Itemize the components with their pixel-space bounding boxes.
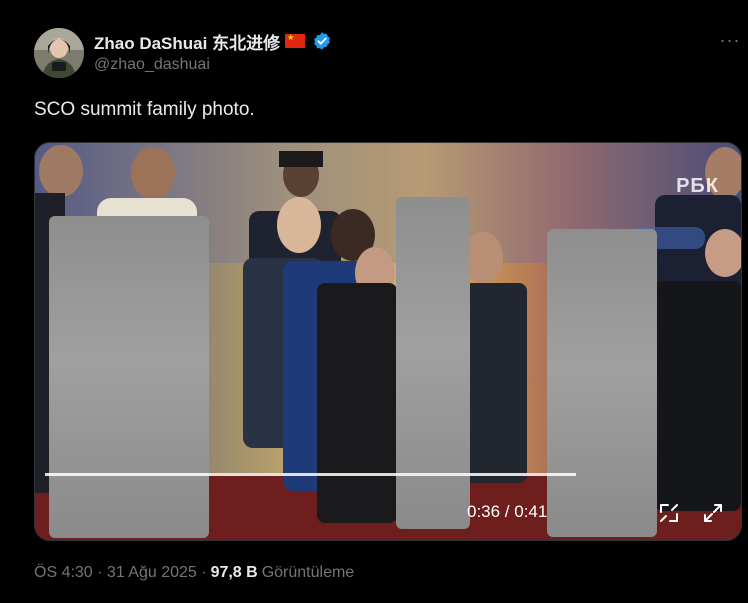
video-player[interactable]: РБК 0:36 / 0:41: [34, 142, 742, 541]
tweet-meta: ÖS 4:30 · 31 Ağu 2025 · 97,8 B Görüntüle…: [34, 564, 354, 582]
blur-overlay: [396, 197, 470, 529]
video-progress-bar[interactable]: [45, 473, 576, 476]
views-count: 97,8 B: [210, 564, 258, 581]
video-time: 0:36 / 0:41: [467, 502, 548, 521]
more-icon: ···: [719, 30, 741, 50]
more-options-button[interactable]: ···: [718, 28, 742, 52]
views-label: Görüntüleme: [261, 564, 355, 581]
tweet-text: SCO summit family photo.: [34, 99, 255, 120]
tweet: Zhao DaShuai 东北进修 ★ @zhao_dashuai ··· SC…: [0, 0, 748, 603]
china-flag-icon: ★: [285, 34, 306, 48]
avatar[interactable]: [34, 28, 84, 78]
tweet-timestamp[interactable]: ÖS 4:30 · 31 Ağu 2025 ·: [34, 564, 207, 582]
author-name-row[interactable]: Zhao DaShuai 东北进修 ★: [94, 29, 332, 53]
verified-badge-icon[interactable]: [312, 31, 332, 51]
author-display-name[interactable]: Zhao DaShuai 东北进修: [94, 29, 280, 54]
blur-overlay: [49, 216, 209, 538]
fullscreen-icon[interactable]: [701, 501, 725, 525]
blur-overlay: [547, 229, 657, 537]
theater-mode-icon[interactable]: [657, 501, 681, 525]
watermark-label: РБК: [676, 175, 719, 197]
author-handle[interactable]: @zhao_dashuai: [94, 56, 210, 74]
